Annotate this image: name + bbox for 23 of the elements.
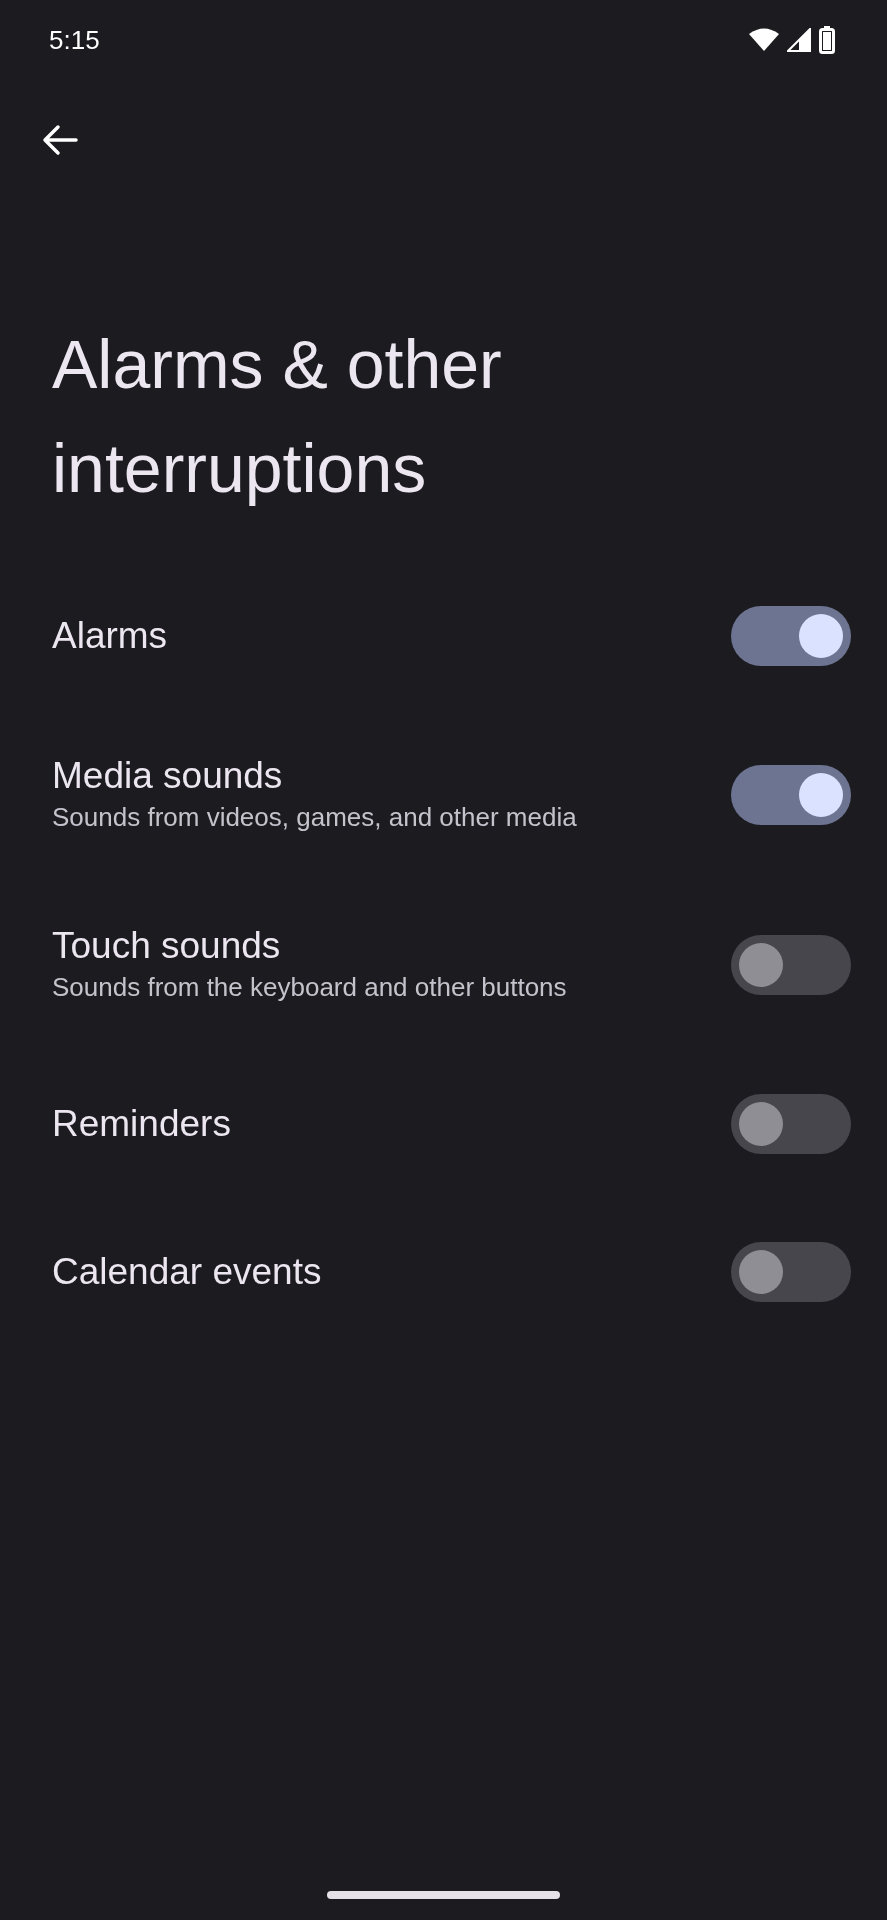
setting-label: Media sounds bbox=[52, 754, 284, 798]
toggle-switch[interactable] bbox=[731, 1094, 851, 1154]
setting-summary: Sounds from the keyboard and other buttons bbox=[52, 971, 567, 1004]
back-arrow-icon bbox=[42, 124, 78, 156]
setting-label: Touch sounds bbox=[52, 924, 282, 968]
setting-row[interactable]: Media sounds Sounds from videos, games, and other media bbox=[0, 710, 887, 880]
setting-row[interactable]: Touch sounds Sounds from the keyboard and other buttons bbox=[0, 880, 887, 1050]
setting-label: Calendar events bbox=[52, 1250, 322, 1294]
setting-label: Alarms bbox=[52, 614, 168, 658]
toggle-switch[interactable] bbox=[731, 765, 851, 825]
wifi-icon bbox=[749, 28, 779, 52]
setting-label: Reminders bbox=[52, 1102, 231, 1146]
toggle-switch[interactable] bbox=[731, 935, 851, 995]
setting-row[interactable]: Calendar events bbox=[0, 1198, 887, 1346]
setting-row[interactable]: Alarms bbox=[0, 562, 887, 710]
signal-icon bbox=[787, 28, 811, 52]
clock-time: 5:15 bbox=[49, 24, 100, 56]
battery-icon bbox=[819, 26, 835, 54]
setting-summary: Sounds from videos, games, and other media bbox=[52, 801, 577, 834]
toggle-switch[interactable] bbox=[731, 1242, 851, 1302]
page-title: Alarms & other interruptions bbox=[52, 325, 503, 508]
toggle-switch[interactable] bbox=[731, 606, 851, 666]
setting-row[interactable]: Reminders bbox=[0, 1050, 887, 1198]
